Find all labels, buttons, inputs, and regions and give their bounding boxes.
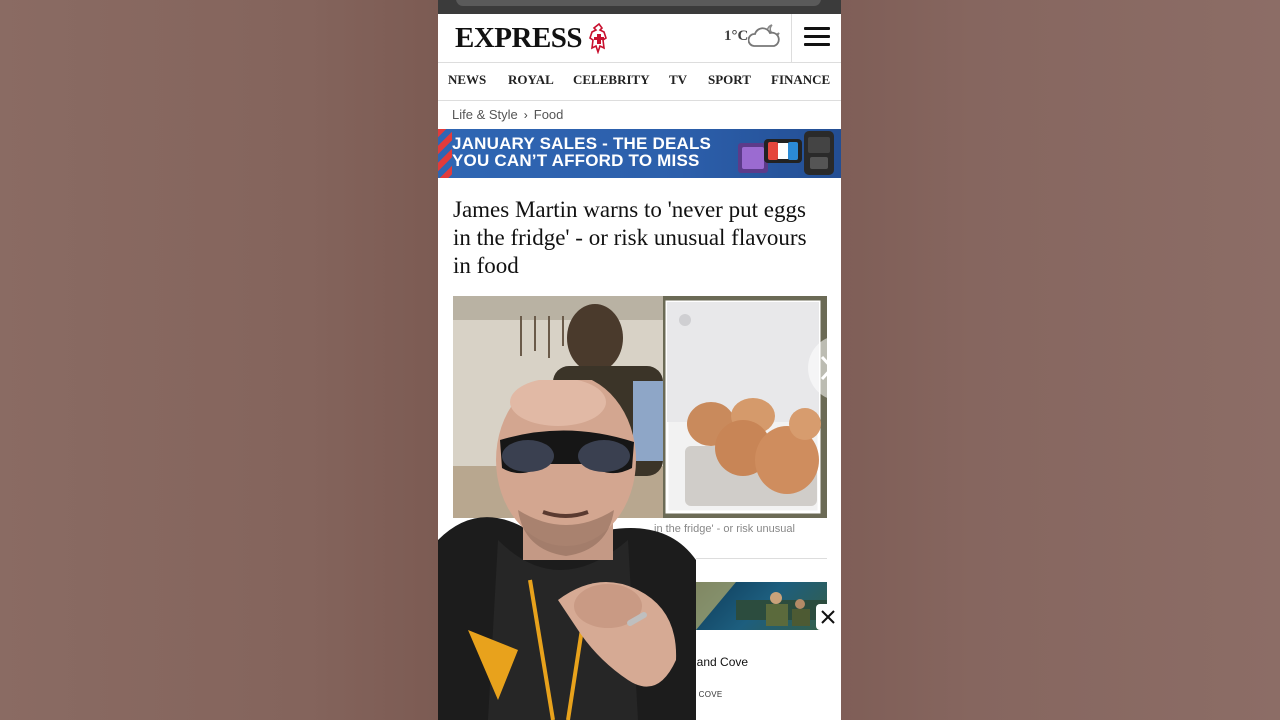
nav-item-sport[interactable]: SPORT xyxy=(708,72,751,88)
chevron-right-icon xyxy=(820,355,835,381)
nav-item-news[interactable]: NEWS xyxy=(448,72,486,88)
sales-banner-ad[interactable]: JANUARY SALES - THE DEALS YOU CAN’T AFFO… xyxy=(438,129,841,178)
banner-stripes xyxy=(438,129,452,178)
nav-item-finance[interactable]: FINANCE xyxy=(771,72,830,88)
browser-top-bar xyxy=(438,0,841,14)
content-divider xyxy=(696,558,827,559)
gadgets-image xyxy=(738,131,834,175)
close-icon xyxy=(821,610,835,624)
hamburger-menu-icon[interactable] xyxy=(804,27,830,47)
breadcrumb-parent[interactable]: Life & Style xyxy=(452,107,518,122)
breadcrumb: Life & Style › Food xyxy=(452,107,563,122)
banner-line-2: YOU CAN’T AFFORD TO MISS xyxy=(452,151,700,170)
nav-item-celebrity[interactable]: CELEBRITY xyxy=(573,72,650,88)
cloud-moon-icon xyxy=(748,24,780,47)
chevron-right-icon: › xyxy=(523,108,528,122)
nav-item-royal[interactable]: ROYAL xyxy=(508,72,554,88)
crusader-crest-icon xyxy=(589,22,607,54)
breadcrumb-current[interactable]: Food xyxy=(534,107,564,122)
banner-text: JANUARY SALES - THE DEALS YOU CAN’T AFFO… xyxy=(452,135,711,169)
address-bar[interactable] xyxy=(456,0,821,6)
advert-image[interactable] xyxy=(696,582,827,630)
site-header: EXPRESS 1°C xyxy=(438,14,841,63)
presenter-video-overlay xyxy=(438,380,696,720)
banner-line-1: JANUARY SALES - THE DEALS xyxy=(452,134,712,153)
nav-item-tv[interactable]: TV xyxy=(669,72,687,88)
background-left xyxy=(0,0,438,720)
ad-close-button[interactable] xyxy=(816,604,840,630)
header-divider xyxy=(791,14,792,62)
site-logo[interactable]: EXPRESS xyxy=(455,22,583,55)
weather-temperature: 1°C xyxy=(724,28,749,44)
gallery-next-button[interactable] xyxy=(808,335,841,401)
background-right xyxy=(841,0,1280,720)
section-nav: NEWS ROYAL CELEBRITY TV SPORT FINANCE xyxy=(438,63,841,101)
article-headline: James Martin warns to 'never put eggs in… xyxy=(453,197,807,278)
